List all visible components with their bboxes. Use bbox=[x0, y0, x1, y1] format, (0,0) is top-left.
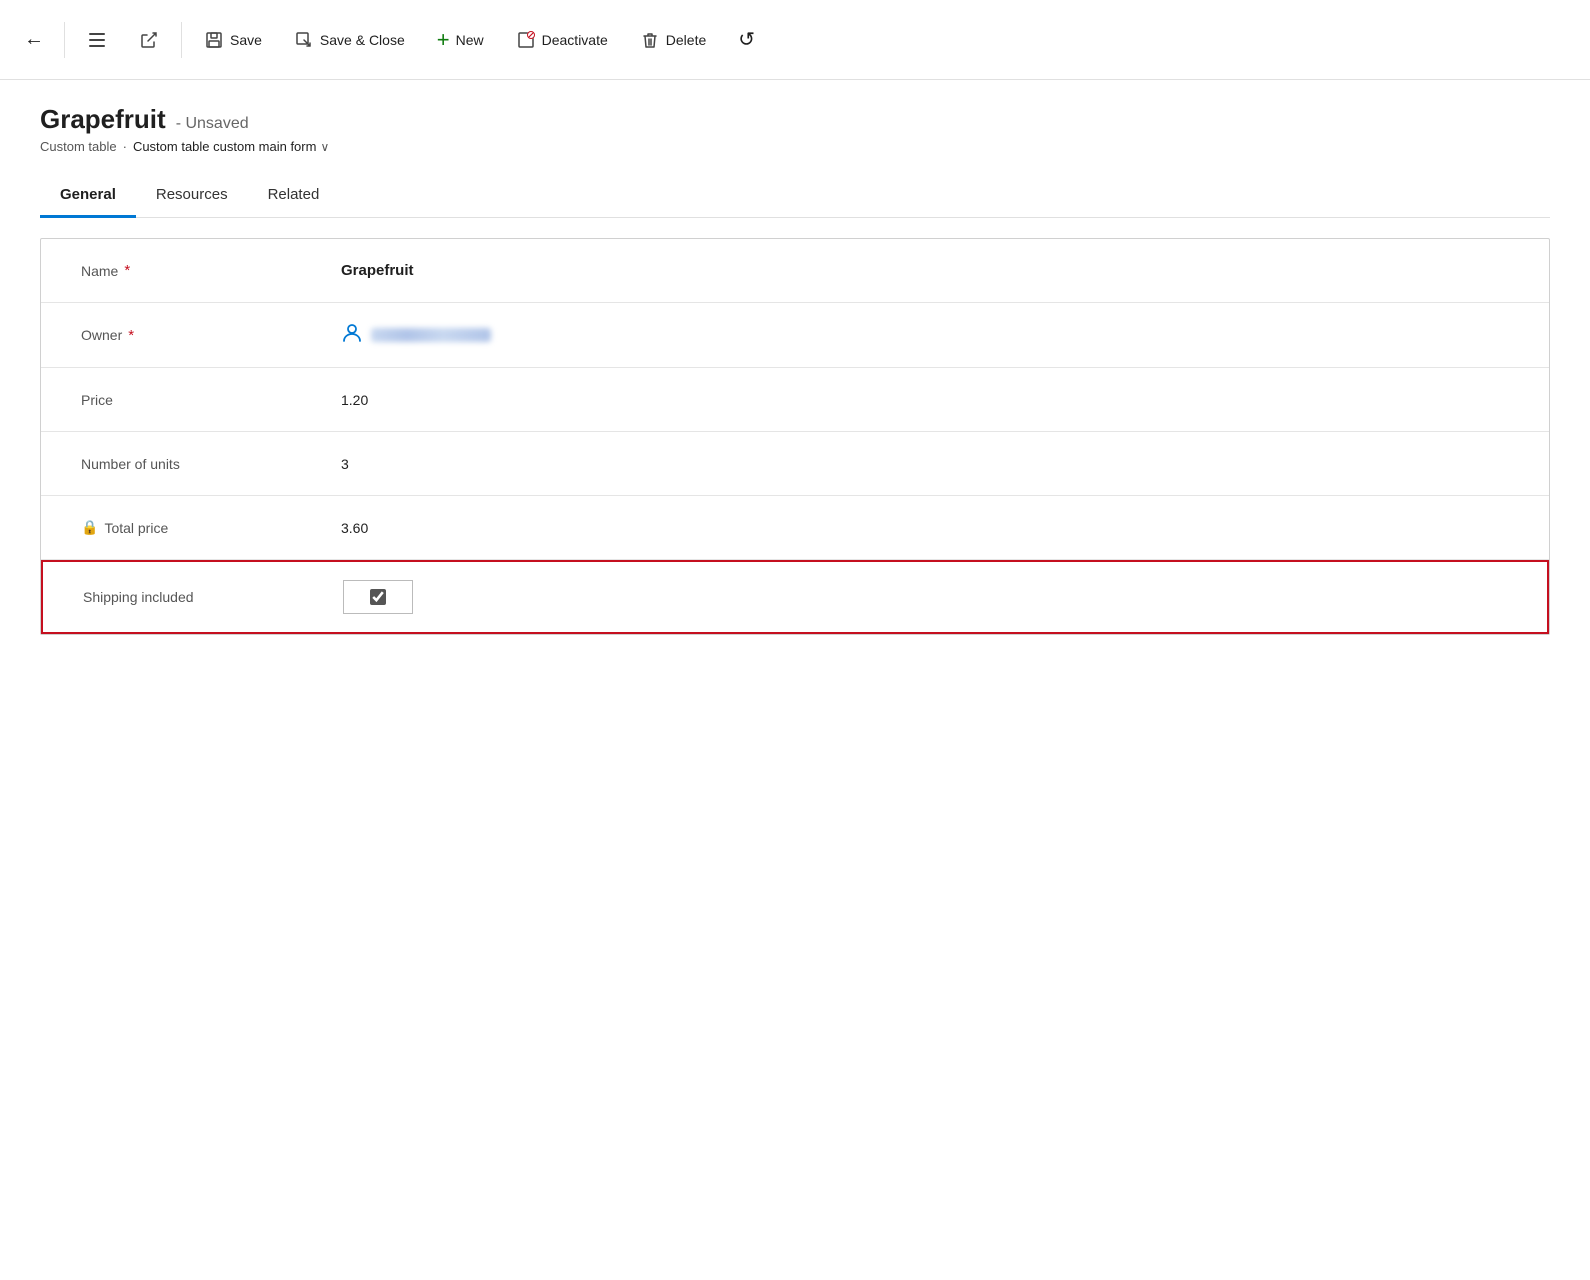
list-view-button[interactable] bbox=[73, 18, 121, 62]
tab-resources-label: Resources bbox=[156, 186, 228, 203]
shipping-field-row: Shipping included bbox=[41, 560, 1549, 634]
breadcrumb-form-link[interactable]: Custom table custom main form ∨ bbox=[133, 139, 329, 154]
refresh-button[interactable]: ↺ bbox=[724, 18, 769, 62]
header-section: Grapefruit - Unsaved Custom table · Cust… bbox=[0, 80, 1590, 154]
unsaved-indicator: - Unsaved bbox=[176, 115, 249, 133]
owner-label-text: Owner bbox=[81, 327, 122, 343]
owner-name-blurred bbox=[371, 328, 491, 342]
name-label-text: Name bbox=[81, 263, 118, 279]
deactivate-label: Deactivate bbox=[542, 32, 608, 48]
save-button[interactable]: Save bbox=[190, 18, 276, 62]
save-icon bbox=[204, 30, 224, 50]
record-name: Grapefruit bbox=[40, 104, 166, 135]
name-value-text: Grapefruit bbox=[341, 262, 414, 279]
shipping-value[interactable] bbox=[343, 580, 1507, 614]
tab-general-label: General bbox=[60, 186, 116, 203]
delete-button[interactable]: Delete bbox=[626, 18, 720, 62]
delete-label: Delete bbox=[666, 32, 706, 48]
separator-1 bbox=[64, 22, 65, 58]
units-label: Number of units bbox=[81, 456, 341, 472]
owner-value[interactable] bbox=[341, 321, 1509, 349]
owner-field-row: Owner * bbox=[41, 303, 1549, 368]
price-label: Price bbox=[81, 392, 341, 408]
total-price-value-text: 3.60 bbox=[341, 520, 368, 536]
share-icon bbox=[139, 30, 159, 50]
price-label-text: Price bbox=[81, 392, 113, 408]
chevron-down-icon: ∨ bbox=[320, 140, 329, 154]
breadcrumb: Custom table · Custom table custom main … bbox=[40, 139, 1550, 154]
units-field-row: Number of units 3 bbox=[41, 432, 1549, 496]
total-price-label: 🔒 Total price bbox=[81, 519, 341, 536]
delete-icon bbox=[640, 30, 660, 50]
total-price-field-row: 🔒 Total price 3.60 bbox=[41, 496, 1549, 560]
form-section: Name * Grapefruit Owner * bbox=[40, 238, 1550, 635]
list-icon bbox=[87, 30, 107, 50]
price-field-row: Price 1.20 bbox=[41, 368, 1549, 432]
shipping-label-text: Shipping included bbox=[83, 589, 194, 605]
save-close-label: Save & Close bbox=[320, 32, 405, 48]
shipping-checkbox-wrapper bbox=[343, 580, 413, 614]
back-icon: ← bbox=[24, 28, 44, 50]
back-button[interactable]: ← bbox=[12, 22, 56, 57]
total-price-value: 3.60 bbox=[341, 520, 1509, 536]
new-label: New bbox=[456, 32, 484, 48]
tab-general[interactable]: General bbox=[40, 174, 136, 218]
share-button[interactable] bbox=[125, 18, 173, 62]
owner-label: Owner * bbox=[81, 327, 341, 344]
save-close-button[interactable]: Save & Close bbox=[280, 18, 419, 62]
price-value[interactable]: 1.20 bbox=[341, 392, 1509, 408]
save-label: Save bbox=[230, 32, 262, 48]
toolbar: ← Save Save & Close + New bbox=[0, 0, 1590, 80]
price-value-text: 1.20 bbox=[341, 392, 368, 408]
tab-resources[interactable]: Resources bbox=[136, 174, 248, 218]
breadcrumb-table[interactable]: Custom table bbox=[40, 139, 117, 154]
person-icon bbox=[341, 321, 363, 349]
shipping-included-checkbox[interactable] bbox=[370, 589, 386, 605]
deactivate-icon bbox=[516, 30, 536, 50]
refresh-icon: ↺ bbox=[738, 27, 755, 52]
units-label-text: Number of units bbox=[81, 456, 180, 472]
deactivate-button[interactable]: Deactivate bbox=[502, 18, 622, 62]
lock-icon: 🔒 bbox=[81, 519, 98, 536]
new-button[interactable]: + New bbox=[423, 18, 498, 62]
owner-field bbox=[341, 321, 1509, 349]
tabs-section: General Resources Related bbox=[0, 154, 1590, 218]
breadcrumb-form-label: Custom table custom main form bbox=[133, 139, 317, 154]
separator-2 bbox=[181, 22, 182, 58]
units-value[interactable]: 3 bbox=[341, 456, 1509, 472]
owner-required-star: * bbox=[128, 327, 134, 344]
units-value-text: 3 bbox=[341, 456, 349, 472]
shipping-label: Shipping included bbox=[83, 589, 343, 605]
tab-related[interactable]: Related bbox=[248, 174, 340, 218]
new-icon: + bbox=[437, 27, 450, 53]
name-field-row: Name * Grapefruit bbox=[41, 239, 1549, 303]
name-value[interactable]: Grapefruit bbox=[341, 262, 1509, 279]
record-title: Grapefruit - Unsaved bbox=[40, 104, 1550, 135]
name-required-star: * bbox=[124, 262, 130, 279]
total-price-label-text: Total price bbox=[104, 520, 168, 536]
name-label: Name * bbox=[81, 262, 341, 279]
save-close-icon bbox=[294, 30, 314, 50]
tab-related-label: Related bbox=[268, 186, 320, 203]
tabs: General Resources Related bbox=[40, 174, 1550, 218]
breadcrumb-separator: · bbox=[123, 139, 127, 154]
